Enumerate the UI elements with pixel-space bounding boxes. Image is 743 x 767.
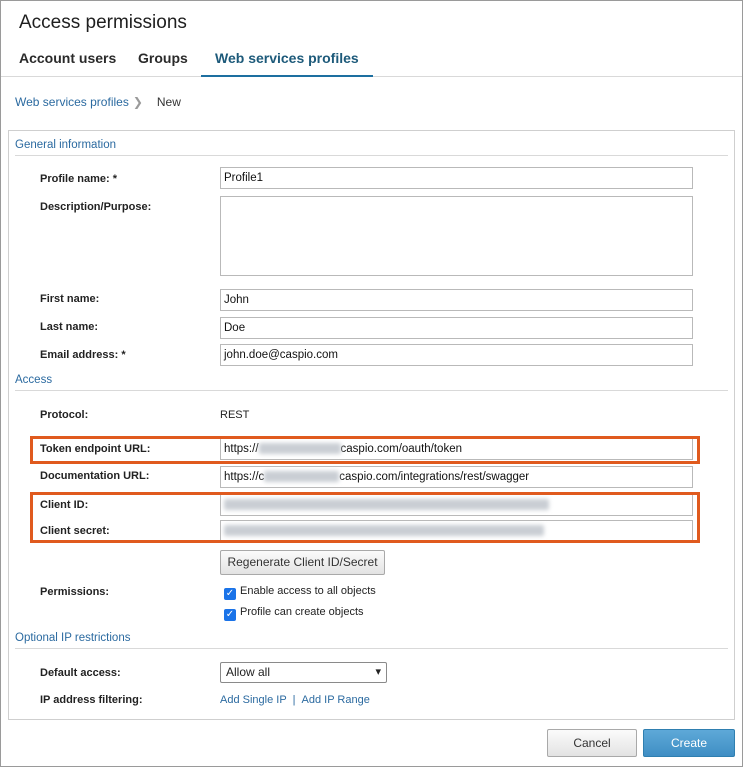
doc-url-prefix: https://c <box>224 471 265 483</box>
breadcrumb-parent-link[interactable]: Web services profiles <box>15 95 129 109</box>
profile-name-input[interactable]: Profile1 <box>220 167 693 189</box>
email-label: Email address: * <box>40 349 126 361</box>
first-name-label: First name: <box>40 293 100 305</box>
protocol-value: REST <box>220 409 250 421</box>
doc-url-input[interactable]: https://c caspio.com/integrations/rest/sw… <box>220 466 693 488</box>
last-name-input[interactable]: Doe <box>220 317 693 339</box>
redacted-text <box>264 471 340 483</box>
create-button[interactable]: Create <box>643 729 735 757</box>
section-optional-ip-restrictions: Optional IP restrictions <box>15 631 728 649</box>
permission-option-label: Profile can create objects <box>240 606 364 618</box>
default-access-value: Allow all <box>226 665 271 679</box>
permissions-label: Permissions: <box>40 586 110 598</box>
breadcrumb: Web services profiles ❯ New <box>15 95 181 109</box>
section-access: Access <box>15 373 728 391</box>
add-single-ip-link[interactable]: Add Single IP <box>220 694 287 706</box>
doc-url-label: Documentation URL: <box>40 470 150 482</box>
description-label: Description/Purpose: <box>40 201 152 213</box>
description-textarea[interactable] <box>220 196 693 276</box>
ip-filtering-label: IP address filtering: <box>40 694 143 706</box>
chevron-down-icon: ▾ <box>375 666 381 678</box>
email-input[interactable]: john.doe@caspio.com <box>220 344 693 366</box>
page-title: Access permissions <box>19 12 187 33</box>
checkmark-icon[interactable]: ✓ <box>224 588 236 600</box>
highlight-token-url <box>30 436 700 464</box>
link-separator: | <box>292 694 296 706</box>
form-panel: General information Profile name: * Prof… <box>8 130 735 720</box>
first-name-input[interactable]: John <box>220 289 693 311</box>
chevron-right-icon: ❯ <box>132 95 143 109</box>
regenerate-button[interactable]: Regenerate Client ID/Secret <box>220 550 385 575</box>
breadcrumb-current: New <box>156 95 181 109</box>
permission-option-label: Enable access to all objects <box>240 585 376 597</box>
permission-enable-all[interactable]: ✓ Enable access to all objects <box>224 585 376 600</box>
doc-url-suffix: caspio.com/integrations/rest/swagger <box>339 471 530 483</box>
permission-create-objects[interactable]: ✓ Profile can create objects <box>224 606 364 621</box>
protocol-label: Protocol: <box>40 409 89 421</box>
section-general-information: General information <box>15 138 728 156</box>
tab-bar: Account users Groups Web services profil… <box>1 41 742 77</box>
dialog-window: Access permissions Account users Groups … <box>0 0 743 767</box>
tab-account-users[interactable]: Account users <box>19 41 116 77</box>
tab-groups[interactable]: Groups <box>138 41 188 77</box>
default-access-select[interactable]: Allow all ▾ <box>220 662 387 683</box>
last-name-label: Last name: <box>40 321 99 333</box>
cancel-button[interactable]: Cancel <box>547 729 637 757</box>
add-ip-range-link[interactable]: Add IP Range <box>302 694 370 706</box>
profile-name-label: Profile name: * <box>40 173 118 185</box>
default-access-label: Default access: <box>40 667 121 679</box>
ip-filtering-links: Add Single IP | Add IP Range <box>220 694 370 706</box>
tab-web-services-profiles[interactable]: Web services profiles <box>201 41 373 77</box>
highlight-client-credentials <box>30 492 700 543</box>
checkmark-icon[interactable]: ✓ <box>224 609 236 621</box>
